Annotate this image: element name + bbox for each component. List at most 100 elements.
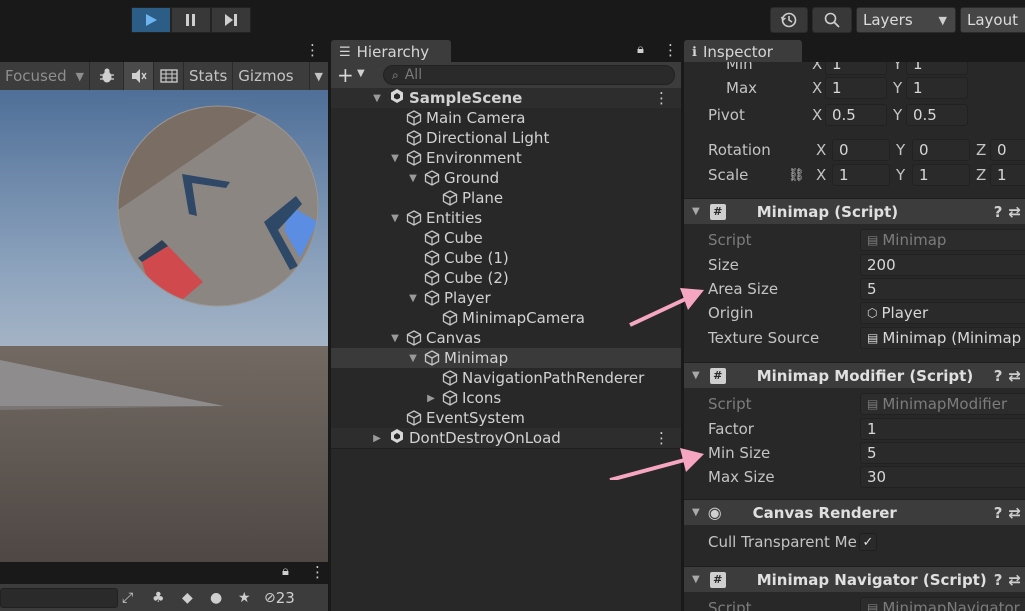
- layers-dropdown[interactable]: Layers ▼: [856, 7, 956, 33]
- collab-icon[interactable]: ♣: [152, 590, 174, 606]
- star-icon[interactable]: ★: [238, 590, 260, 606]
- settings-icon[interactable]: ⇄: [1008, 203, 1021, 221]
- more-icon[interactable]: ⋮: [663, 41, 678, 59]
- factor-field[interactable]: 1: [860, 418, 1025, 440]
- more-icon[interactable]: ⋮: [654, 89, 669, 107]
- tree-item-samplescene[interactable]: ▼ SampleScene ⋮: [331, 88, 681, 108]
- gameobject-icon: [441, 369, 459, 387]
- scale-z-field[interactable]: 1: [990, 164, 1025, 186]
- link-icon[interactable]: ⛓: [788, 168, 805, 183]
- collapse-arrow-icon[interactable]: ▼: [692, 574, 700, 585]
- gizmos-button[interactable]: Gizmos: [233, 62, 298, 90]
- expand-arrow-icon[interactable]: ▼: [371, 93, 383, 104]
- scale-x-field[interactable]: 1: [832, 164, 890, 186]
- hidden-icon[interactable]: ⊘: [264, 590, 276, 606]
- script-row: Script ▤ MinimapNavigator: [684, 596, 1025, 611]
- expand-arrow-icon[interactable]: ▼: [407, 293, 419, 304]
- tree-item-cube-1[interactable]: Cube (1): [331, 248, 681, 268]
- factor-row: Factor 1: [684, 417, 1025, 441]
- history-button[interactable]: [770, 7, 808, 33]
- mute-audio-button[interactable]: [124, 62, 154, 90]
- play-button[interactable]: [131, 7, 171, 33]
- chevron-down-icon[interactable]: ▼: [357, 68, 365, 79]
- warning-icon[interactable]: ●: [210, 590, 232, 606]
- expand-arrow-icon[interactable]: ▼: [389, 333, 401, 344]
- tree-item-cube[interactable]: Cube: [331, 228, 681, 248]
- min-y-field[interactable]: 1: [906, 62, 968, 75]
- pivot-x-field[interactable]: 0.5: [825, 104, 887, 126]
- lock-icon[interactable]: 🔒︎: [637, 42, 644, 57]
- help-icon[interactable]: ?: [994, 571, 1003, 589]
- settings-icon[interactable]: ⇄: [1008, 367, 1021, 385]
- expand-arrow-icon[interactable]: ▼: [389, 213, 401, 224]
- tag-icon[interactable]: ◆: [182, 590, 204, 606]
- tree-item-environment[interactable]: ▼ Environment: [331, 148, 681, 168]
- focused-dropdown[interactable]: Focused ▼: [0, 62, 90, 90]
- origin-field[interactable]: ⬡ Player: [860, 302, 1025, 324]
- min-size-field[interactable]: 5: [860, 442, 1025, 464]
- rotation-y-field[interactable]: 0: [912, 139, 970, 161]
- script-field: ▤ MinimapNavigator: [860, 597, 1025, 611]
- add-button[interactable]: +: [337, 63, 354, 87]
- pivot-row: Pivot X 0.5 Y 0.5: [684, 103, 1025, 127]
- texture-source-field[interactable]: ▤ Minimap (Minimap R: [860, 327, 1025, 349]
- hierarchy-search-input[interactable]: ⌕ All: [383, 65, 675, 85]
- search-button[interactable]: [812, 7, 852, 33]
- lock-icon[interactable]: 🔒︎: [282, 564, 289, 579]
- help-icon[interactable]: ?: [994, 504, 1003, 522]
- max-x-field[interactable]: 1: [825, 77, 887, 99]
- expand-arrow-icon[interactable]: ▼: [407, 353, 419, 364]
- scale-y-field[interactable]: 1: [912, 164, 970, 186]
- tree-item-ground[interactable]: ▼ Ground: [331, 168, 681, 188]
- tree-item-entities[interactable]: ▼ Entities: [331, 208, 681, 228]
- tab-hierarchy[interactable]: ☰ Hierarchy: [331, 40, 451, 64]
- pause-icon: [186, 14, 195, 26]
- expand-arrow-icon[interactable]: ▶: [425, 393, 437, 404]
- tree-item-label: Cube (2): [444, 269, 509, 287]
- min-x-field[interactable]: 1: [825, 62, 887, 75]
- gizmos-dropdown[interactable]: ▼: [308, 62, 328, 90]
- tree-item-plane[interactable]: Plane: [331, 188, 681, 208]
- game-view[interactable]: [0, 90, 328, 562]
- inspector-tab-row: ℹ Inspector: [684, 40, 1025, 64]
- help-icon[interactable]: ?: [994, 203, 1003, 221]
- expand-icon[interactable]: ⤢: [122, 590, 142, 606]
- axis-z-label: Z: [976, 141, 987, 159]
- panel-splitter[interactable]: [328, 40, 331, 611]
- collapse-arrow-icon[interactable]: ▼: [692, 206, 700, 217]
- collapse-arrow-icon[interactable]: ▼: [692, 507, 700, 518]
- settings-icon[interactable]: ⇄: [1008, 504, 1021, 522]
- step-button[interactable]: [211, 7, 251, 33]
- stats-button[interactable]: Stats: [184, 62, 234, 90]
- component-header-minimap-navigator[interactable]: ▼ # Minimap Navigator (Script) ? ⇄: [684, 566, 1025, 592]
- component-header-minimap-modifier[interactable]: ▼ # Minimap Modifier (Script) ? ⇄: [684, 362, 1025, 388]
- area-size-field[interactable]: 5: [860, 278, 1025, 300]
- grid-button[interactable]: [154, 62, 184, 90]
- expand-arrow-icon[interactable]: ▼: [407, 173, 419, 184]
- component-header-minimap[interactable]: ▼ # Minimap (Script) ? ⇄: [684, 198, 1025, 224]
- settings-icon[interactable]: ⇄: [1008, 571, 1021, 589]
- rotation-x-field[interactable]: 0: [832, 139, 890, 161]
- bug-button[interactable]: [90, 62, 124, 90]
- console-search-input[interactable]: [0, 587, 118, 608]
- expand-arrow-icon[interactable]: ▼: [389, 153, 401, 164]
- focused-label: Focused: [5, 67, 67, 85]
- expand-arrow-icon[interactable]: ▶: [371, 433, 383, 444]
- more-icon[interactable]: ⋮: [305, 41, 320, 59]
- help-icon[interactable]: ?: [994, 367, 1003, 385]
- pause-button[interactable]: [171, 7, 211, 33]
- size-field[interactable]: 200: [860, 254, 1025, 276]
- tab-inspector[interactable]: ℹ Inspector: [684, 40, 802, 64]
- tree-item-main-camera[interactable]: Main Camera: [331, 108, 681, 128]
- rotation-z-field[interactable]: 0: [990, 139, 1025, 161]
- pivot-y-field[interactable]: 0.5: [906, 104, 968, 126]
- more-icon[interactable]: ⋮: [310, 563, 325, 581]
- tree-item-directional-light[interactable]: Directional Light: [331, 128, 681, 148]
- max-size-field[interactable]: 30: [860, 466, 1025, 488]
- layout-dropdown[interactable]: Layout: [960, 7, 1025, 33]
- axis-x-label: X: [816, 141, 827, 159]
- max-y-field[interactable]: 1: [906, 77, 968, 99]
- cull-transparent-checkbox[interactable]: ✓: [859, 533, 877, 551]
- gameobject-icon: [423, 289, 441, 307]
- component-header-canvas-renderer[interactable]: ▼ ◉ Canvas Renderer ? ⇄: [684, 499, 1025, 525]
